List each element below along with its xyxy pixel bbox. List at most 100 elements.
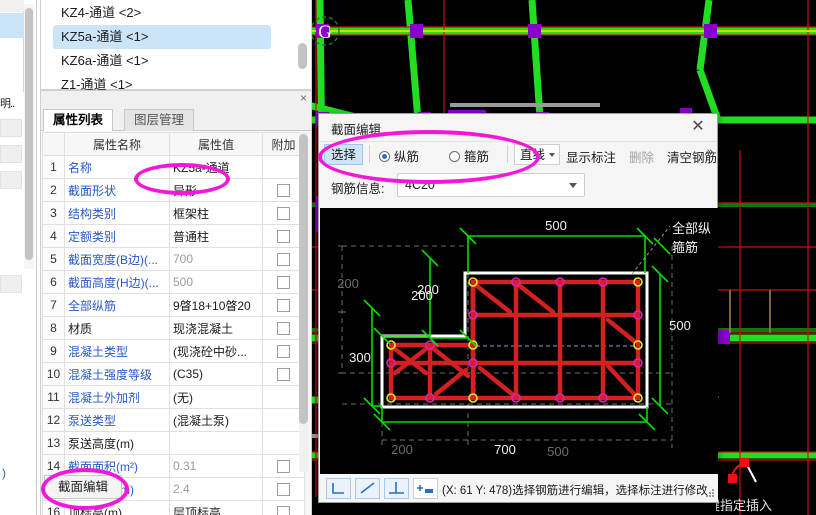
- property-value-cell[interactable]: 9䁈18+10䁈20: [169, 293, 263, 317]
- attach-cell[interactable]: [262, 477, 305, 501]
- property-value-cell[interactable]: 框架柱: [169, 201, 263, 225]
- checkbox-unchecked-icon[interactable]: [277, 253, 290, 267]
- table-row[interactable]: 7 全部纵筋 9䁈18+10䁈20: [42, 293, 305, 317]
- polar-icon[interactable]: [355, 478, 380, 499]
- col-header-name: 属性名称: [64, 132, 170, 156]
- property-value-cell[interactable]: 普通柱: [169, 224, 263, 248]
- status-hint: 选择钢筋进行编辑，选择标注进行修改: [512, 485, 708, 497]
- checkbox-unchecked-icon[interactable]: [277, 299, 290, 313]
- row-index: 1: [42, 155, 65, 179]
- property-table-scrollbar-thumb[interactable]: [299, 134, 308, 424]
- table-row[interactable]: 8 材质 现浇混凝土: [42, 316, 305, 340]
- dim-right-500: 500: [669, 318, 691, 333]
- dim-ref-200-left: 200: [337, 276, 359, 291]
- checkbox-unchecked-icon[interactable]: [277, 207, 290, 221]
- table-row[interactable]: 3 结构类别 框架柱: [42, 201, 305, 225]
- chevron-down-icon: [569, 183, 577, 188]
- property-value-cell[interactable]: (现浇砼中砂...: [169, 339, 263, 363]
- app-root: G 8400 鼠标左键指定插入 明.. ) KZ4-通道 <2> KZ5a-通道…: [0, 0, 816, 515]
- property-name-cell[interactable]: 材质: [64, 316, 170, 340]
- dim-top-500: 500: [545, 218, 567, 233]
- property-name-cell[interactable]: 结构类别: [64, 201, 170, 225]
- component-list[interactable]: KZ4-通道 <2> KZ5a-通道 <1> KZ6a-通道 <1> Z1-通道…: [41, 1, 311, 92]
- property-value-cell[interactable]: (无): [169, 385, 263, 409]
- property-value-cell[interactable]: 700: [169, 247, 263, 271]
- component-navigator-panel: KZ4-通道 <2> KZ5a-通道 <1> KZ6a-通道 <1> Z1-通道…: [40, 0, 312, 92]
- table-row[interactable]: 12 泵送类型 (混凝土泵): [42, 408, 305, 432]
- left-edge-block-2: [0, 145, 22, 163]
- property-name-cell[interactable]: 截面高度(H边)(...: [64, 270, 170, 294]
- property-name-cell[interactable]: 混凝土外加剂: [64, 385, 170, 409]
- property-value-cell[interactable]: [169, 431, 263, 455]
- dim-notch-200-b: 200: [411, 288, 433, 303]
- property-value-cell[interactable]: 层顶标高: [169, 500, 263, 515]
- checkbox-unchecked-icon[interactable]: [277, 322, 290, 336]
- property-panel-tabs: 属性列表 图层管理: [41, 108, 311, 131]
- property-value-cell[interactable]: (混凝土泵): [169, 408, 263, 432]
- left-edge-block-3: [0, 171, 22, 189]
- property-name-cell[interactable]: 泵送高度(m): [64, 431, 170, 455]
- checkbox-unchecked-icon[interactable]: [277, 345, 290, 359]
- dim-left-300: 300: [349, 350, 371, 365]
- close-icon[interactable]: ✕: [687, 117, 709, 137]
- left-edge-scrollbar-thumb[interactable]: [25, 8, 33, 260]
- ortho-icon[interactable]: [326, 478, 351, 499]
- add-point-icon[interactable]: [413, 478, 438, 499]
- close-icon[interactable]: ×: [300, 91, 307, 106]
- checkbox-unchecked-icon[interactable]: [277, 368, 290, 382]
- row-index: 9: [42, 339, 65, 363]
- table-row[interactable]: 10 混凝土强度等级 (C35): [42, 362, 305, 386]
- left-edge-paren-text: ): [2, 466, 6, 480]
- property-value-cell[interactable]: 现浇混凝土: [169, 316, 263, 340]
- checkbox-unchecked-icon[interactable]: [277, 184, 290, 198]
- property-value-cell[interactable]: (C35): [169, 362, 263, 386]
- status-message: (X: 61 Y: 478)选择钢筋进行编辑，选择标注进行修改: [442, 482, 708, 498]
- checkbox-unchecked-icon[interactable]: [277, 506, 290, 515]
- table-row[interactable]: 13 泵送高度(m): [42, 431, 305, 455]
- status-coordinate: (X: 61 Y: 478): [442, 485, 513, 497]
- property-name-cell[interactable]: 截面宽度(B边)(...: [64, 247, 170, 271]
- table-row[interactable]: 9 混凝土类型 (现浇砼中砂...: [42, 339, 305, 363]
- left-edge-block-4: [0, 275, 22, 293]
- list-item[interactable]: KZ6a-通道 <1>: [53, 49, 311, 73]
- highlight-ellipse-section-edit: [41, 468, 129, 510]
- col-header-value: 属性值: [169, 132, 263, 156]
- delete-button[interactable]: 删除: [629, 147, 654, 166]
- tab-property-list[interactable]: 属性列表: [43, 109, 114, 131]
- checkbox-unchecked-icon[interactable]: [277, 230, 290, 244]
- property-name-cell[interactable]: 混凝土类型: [64, 339, 170, 363]
- perpendicular-icon[interactable]: [384, 478, 409, 499]
- highlight-ellipse-section-shape: [134, 163, 230, 195]
- table-row[interactable]: 5 截面宽度(B边)(... 700: [42, 247, 305, 271]
- toolbar-overflow-icon[interactable]: »: [707, 146, 713, 158]
- row-index: 10: [42, 362, 65, 386]
- property-value-cell[interactable]: 500: [169, 270, 263, 294]
- left-edge-selected-row[interactable]: [0, 13, 24, 38]
- leader-label-line2: 箍筋: [672, 240, 698, 255]
- property-name-cell[interactable]: 定额类别: [64, 224, 170, 248]
- property-value-cell[interactable]: 2.4: [169, 477, 263, 501]
- property-value-cell[interactable]: 0.31: [169, 454, 263, 478]
- left-edge-truncated-label: 明..: [0, 98, 15, 110]
- table-row[interactable]: 4 定额类别 普通柱: [42, 224, 305, 248]
- checkbox-unchecked-icon[interactable]: [277, 460, 290, 474]
- row-index: 2: [42, 178, 65, 202]
- resize-grip-icon[interactable]: [705, 489, 715, 499]
- leader-label-line1: 全部纵: [672, 221, 711, 236]
- property-name-cell[interactable]: 泵送类型: [64, 408, 170, 432]
- component-list-scrollbar-thumb[interactable]: [298, 43, 307, 69]
- property-name-cell[interactable]: 混凝土强度等级: [64, 362, 170, 386]
- table-row[interactable]: 11 混凝土外加剂 (无): [42, 385, 305, 409]
- list-item[interactable]: KZ5a-通道 <1>: [53, 25, 271, 49]
- highlight-ellipse-toolbar: [318, 130, 540, 184]
- tab-layer-manager[interactable]: 图层管理: [124, 109, 195, 131]
- table-row[interactable]: 6 截面高度(H边)(... 500: [42, 270, 305, 294]
- section-drawing-canvas[interactable]: 500 500 300 200 200 700 200 200 500 全部纵 …: [320, 208, 718, 474]
- row-index: 7: [42, 293, 65, 317]
- property-name-cell[interactable]: 全部纵筋: [64, 293, 170, 317]
- checkbox-unchecked-icon[interactable]: [277, 276, 290, 290]
- list-item[interactable]: KZ4-通道 <2>: [53, 1, 311, 25]
- show-annotation-button[interactable]: 显示标注: [566, 147, 616, 166]
- checkbox-unchecked-icon[interactable]: [277, 483, 290, 497]
- attach-cell[interactable]: [262, 500, 305, 515]
